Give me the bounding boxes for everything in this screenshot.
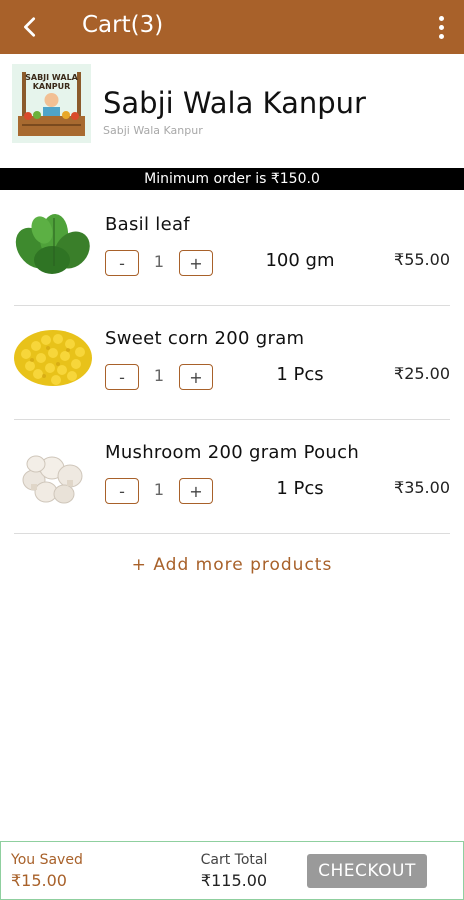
increase-quantity-button[interactable]: + bbox=[179, 250, 213, 276]
quantity-value: 1 bbox=[153, 252, 165, 271]
cart-summary-bar: You Saved ₹15.00 Cart Total ₹115.00 CHEC… bbox=[0, 841, 464, 900]
decrease-quantity-button[interactable]: - bbox=[105, 478, 139, 504]
minimum-order-banner: Minimum order is ₹150.0 bbox=[0, 168, 464, 190]
mushroom-image bbox=[12, 434, 94, 508]
item-price: ₹35.00 bbox=[394, 478, 450, 497]
divider bbox=[14, 533, 450, 534]
logo-text-line2: KANPUR bbox=[33, 82, 71, 91]
cart-item: Basil leaf - 1 + 100 gm ₹55.00 bbox=[0, 192, 464, 306]
store-name: Sabji Wala Kanpur bbox=[103, 86, 366, 120]
item-name: Mushroom 200 gram Pouch bbox=[105, 442, 360, 463]
item-name: Sweet corn 200 gram bbox=[105, 328, 305, 349]
saved-value: ₹15.00 bbox=[11, 871, 67, 890]
item-price: ₹55.00 bbox=[394, 250, 450, 269]
store-subtitle: Sabji Wala Kanpur bbox=[103, 124, 203, 137]
item-unit: 1 Pcs bbox=[276, 478, 324, 499]
add-more-products-link[interactable]: + Add more products bbox=[0, 555, 464, 575]
checkout-button[interactable]: CHECKOUT bbox=[307, 854, 427, 888]
increase-quantity-button[interactable]: + bbox=[179, 478, 213, 504]
store-logo: SABJI WALA KANPUR bbox=[12, 64, 91, 143]
item-name: Basil leaf bbox=[105, 214, 190, 235]
saved-label: You Saved bbox=[11, 852, 83, 868]
app-bar: Cart(3) bbox=[0, 0, 464, 54]
quantity-value: 1 bbox=[153, 366, 165, 385]
basil-leaf-image bbox=[12, 206, 94, 280]
item-unit: 100 gm bbox=[265, 250, 335, 271]
more-vertical-icon[interactable] bbox=[432, 12, 450, 42]
page-title: Cart(3) bbox=[82, 12, 164, 38]
cart-item: Sweet corn 200 gram - 1 + 1 Pcs ₹25.00 bbox=[0, 306, 464, 420]
decrease-quantity-button[interactable]: - bbox=[105, 250, 139, 276]
quantity-value: 1 bbox=[153, 480, 165, 499]
increase-quantity-button[interactable]: + bbox=[179, 364, 213, 390]
item-unit: 1 Pcs bbox=[276, 364, 324, 385]
logo-text-line1: SABJI WALA bbox=[25, 73, 79, 82]
decrease-quantity-button[interactable]: - bbox=[105, 364, 139, 390]
cart-item: Mushroom 200 gram Pouch - 1 + 1 Pcs ₹35.… bbox=[0, 420, 464, 534]
sweet-corn-image bbox=[12, 320, 94, 394]
item-price: ₹25.00 bbox=[394, 364, 450, 383]
cart-total-label: Cart Total bbox=[200, 852, 268, 868]
back-arrow-icon[interactable] bbox=[12, 9, 48, 45]
cart-total-value: ₹115.00 bbox=[200, 871, 268, 890]
